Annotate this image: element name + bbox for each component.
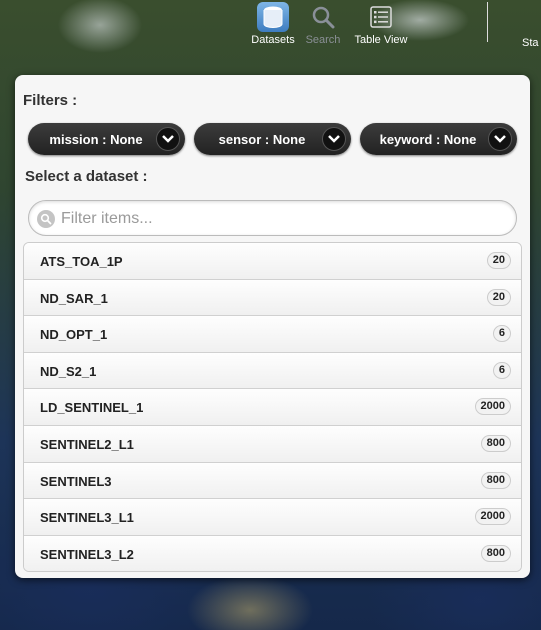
dataset-item[interactable]: ND_OPT_1 6 — [24, 316, 521, 353]
dataset-item[interactable]: SENTINEL2_L1 800 — [24, 425, 521, 463]
dataset-item[interactable]: ND_S2_1 6 — [24, 352, 521, 390]
database-icon — [257, 2, 289, 32]
chevron-down-icon — [156, 127, 180, 151]
dataset-count-badge: 800 — [480, 544, 511, 562]
sensor-filter-label: sensor : None — [218, 131, 306, 147]
dataset-name: ND_OPT_1 — [40, 327, 108, 343]
mission-filter-label: mission : None — [49, 131, 143, 147]
table-list-icon — [365, 2, 397, 32]
dataset-item[interactable]: SENTINEL3_L1 2000 — [24, 499, 521, 536]
sensor-filter-button[interactable]: sensor : None — [194, 123, 351, 155]
dataset-count-badge: 800 — [480, 434, 511, 452]
dataset-count-badge: 6 — [492, 325, 511, 343]
filter-items-search — [28, 200, 517, 236]
keyword-filter-button[interactable]: keyword : None — [360, 123, 517, 155]
datasets-label: Datasets — [251, 34, 295, 46]
dataset-count-badge: 2000 — [474, 398, 511, 416]
dataset-list: ATS_TOA_1P 20 ND_SAR_1 20 ND_OPT_1 6 ND_… — [23, 242, 522, 572]
keyword-filter-label: keyword : None — [379, 131, 477, 147]
filter-items-input[interactable] — [59, 205, 503, 233]
dataset-name: SENTINEL3_L1 — [40, 510, 134, 526]
table-view-button[interactable]: Table View — [350, 2, 412, 46]
search-button[interactable]: Search — [302, 2, 344, 46]
filters-title: Filters : — [23, 92, 78, 109]
chevron-down-icon — [488, 127, 512, 151]
dataset-item[interactable]: SENTINEL3 800 — [24, 462, 521, 500]
search-icon — [37, 210, 55, 228]
dataset-name: SENTINEL2_L1 — [40, 436, 134, 452]
top-toolbar: Datasets Search Table View Sta — [0, 0, 541, 52]
dataset-count-badge: 20 — [486, 252, 511, 269]
dataset-name: SENTINEL3_L2 — [40, 546, 134, 562]
mission-filter-button[interactable]: mission : None — [28, 123, 185, 155]
dataset-count-badge: 800 — [480, 471, 511, 489]
status-button-label[interactable]: Sta — [522, 37, 539, 49]
dataset-count-badge: 6 — [492, 361, 511, 379]
dataset-item[interactable]: ATS_TOA_1P 20 — [24, 243, 521, 280]
datasets-button[interactable]: Datasets — [250, 2, 296, 46]
dataset-name: SENTINEL3 — [40, 473, 112, 489]
dataset-name: ND_S2_1 — [40, 363, 97, 379]
dataset-count-badge: 2000 — [474, 508, 511, 526]
dataset-name: ND_SAR_1 — [40, 290, 108, 306]
table-view-label: Table View — [354, 34, 408, 46]
dataset-item[interactable]: LD_SENTINEL_1 2000 — [24, 389, 521, 426]
search-label: Search — [305, 34, 341, 46]
dataset-count-badge: 20 — [486, 288, 511, 306]
datasets-panel: Filters : mission : None sensor : None k… — [15, 75, 530, 578]
dataset-item[interactable]: ND_SAR_1 20 — [24, 279, 521, 317]
dataset-item[interactable]: SENTINEL3_L2 800 — [24, 535, 521, 571]
dataset-name: LD_SENTINEL_1 — [40, 400, 144, 416]
dataset-name: ATS_TOA_1P — [40, 254, 123, 269]
toolbar-divider — [487, 2, 488, 42]
select-dataset-title: Select a dataset : — [25, 168, 148, 185]
search-icon — [307, 2, 339, 32]
chevron-down-icon — [322, 127, 346, 151]
